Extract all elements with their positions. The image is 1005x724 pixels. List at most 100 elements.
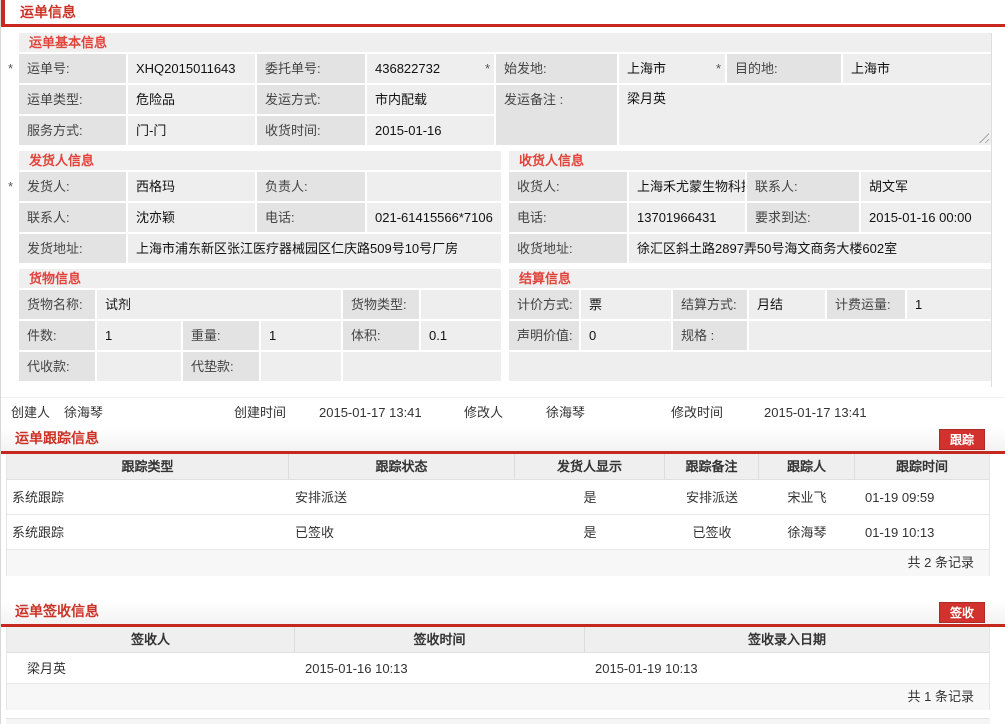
table-row: 梁月英 2015-01-16 10:13 2015-01-19 10:13 xyxy=(7,653,989,684)
page-title: 运单信息 xyxy=(1,0,1005,27)
cell-track-time: 01-19 10:13 xyxy=(855,515,989,550)
field-service-mode-label: 服务方式: xyxy=(19,116,126,145)
tracking-table: 跟踪类型 跟踪状态 发货人显示 跟踪备注 跟踪人 跟踪时间 系统跟踪 安排派送 … xyxy=(6,454,990,576)
field-volume-value: 0.1 xyxy=(421,321,501,350)
field-pieces-label: 件数: xyxy=(19,321,95,350)
basic-info-grid: *运单号: XHQ2015011643 委托单号: 436822732 *始发地… xyxy=(19,54,991,145)
field-collect-label: 代收款: xyxy=(19,352,95,381)
creator-value: 徐海琴 xyxy=(64,398,234,428)
required-mark: * xyxy=(485,54,490,83)
field-consign-no-value: 436822732 xyxy=(367,54,494,83)
modifier-label: 修改人 xyxy=(464,398,546,428)
table-row: 系统跟踪 已签收 是 已签收 徐海琴 01-19 10:13 xyxy=(7,515,989,550)
signoff-table: 签收人 签收时间 签收录入日期 梁月英 2015-01-16 10:13 201… xyxy=(6,627,990,710)
field-sender-contact-label: 联系人: xyxy=(19,203,126,232)
track-button[interactable]: 跟踪 xyxy=(939,429,985,450)
section-header-cargo: 货物信息 xyxy=(19,269,501,288)
cell-sign-entry-date: 2015-01-19 10:13 xyxy=(585,653,989,684)
resize-handle-icon[interactable] xyxy=(979,133,989,143)
field-destination-label: *目的地: xyxy=(727,54,841,83)
cell-track-type: 系统跟踪 xyxy=(7,515,289,550)
field-waybill-no-value: XHQ2015011643 xyxy=(128,54,255,83)
cell-tracker: 徐海琴 xyxy=(759,515,855,550)
column-header: 发货人显示 xyxy=(515,454,665,480)
section-header-receiver: 收货人信息 xyxy=(509,151,991,170)
field-cargo-name-label: 货物名称: xyxy=(19,290,95,319)
field-freight-qty-value: 1 xyxy=(907,290,991,319)
field-cargo-type-label: 货物类型: xyxy=(343,290,419,319)
receiver-section: 收货人信息 收货人: 上海禾尤蒙生物科技有限 联系人: 胡文军 电话: 1370… xyxy=(509,145,991,263)
field-receive-time-value: 2015-01-16 xyxy=(367,116,494,145)
field-settle-method-value: 月结 xyxy=(749,290,825,319)
cell-tracker: 宋业飞 xyxy=(759,480,855,515)
field-receiver-name-value: 上海禾尤蒙生物科技有限 xyxy=(629,172,745,201)
field-freight-qty-label: 计费运量: xyxy=(827,290,905,319)
field-origin-label: *始发地: xyxy=(496,54,617,83)
field-receiver-address-value: 徐汇区斜土路2897弄50号海文商务大楼602室 xyxy=(629,234,991,263)
field-pricing-value: 票 xyxy=(581,290,671,319)
required-mark: * xyxy=(716,54,721,83)
cell-track-remark: 安排派送 xyxy=(665,480,759,515)
field-receiver-name-label: 收货人: xyxy=(509,172,627,201)
settlement-section: 结算信息 计价方式: 票 结算方式: 月结 计费运量: 1 声明价值: 0 规格… xyxy=(509,263,991,381)
created-time-label: 创建时间 xyxy=(234,398,319,428)
field-sender-manager-label: 负责人: xyxy=(257,172,365,201)
cell-track-time: 01-19 09:59 xyxy=(855,480,989,515)
field-sender-phone-value: 021-61415566*7106 xyxy=(367,203,501,232)
field-cargo-type-value xyxy=(421,290,501,319)
field-ship-method-label: 发运方式: xyxy=(257,85,365,114)
field-declared-value: 0 xyxy=(581,321,671,350)
field-receiver-address-label: 收货地址: xyxy=(509,234,627,263)
field-destination-value: 上海市 xyxy=(843,54,991,83)
field-sender-name-value: 西格玛 xyxy=(128,172,255,201)
cell-track-remark: 已签收 xyxy=(665,515,759,550)
field-ship-remark-label: 发运备注 : xyxy=(496,85,617,145)
modified-time-value: 2015-01-17 13:41 xyxy=(764,398,1005,428)
field-origin-value: 上海市 xyxy=(619,54,725,83)
field-pricing-label: 计价方式: xyxy=(509,290,579,319)
column-header: 签收录入日期 xyxy=(585,627,989,653)
cell-track-type: 系统跟踪 xyxy=(7,480,289,515)
column-header: 跟踪人 xyxy=(759,454,855,480)
column-header: 签收人 xyxy=(7,627,295,653)
field-pieces-value: 1 xyxy=(97,321,181,350)
ship-remark-textarea[interactable]: 梁月英 xyxy=(619,85,991,145)
field-collect-value xyxy=(97,352,181,381)
signoff-table-header: 签收人 签收时间 签收录入日期 xyxy=(7,627,989,653)
field-receiver-phone-value: 13701966431 xyxy=(629,203,745,232)
sender-section: 发货人信息 *发货人: 西格玛 负责人: 联系人: 沈亦颖 电话: 021-61… xyxy=(19,145,501,263)
column-header: 跟踪时间 xyxy=(855,454,989,480)
field-spec-value xyxy=(749,321,991,350)
tracking-section-title: 运单跟踪信息 xyxy=(15,430,99,446)
field-settle-method-label: 结算方式: xyxy=(673,290,747,319)
settlement-empty-cell xyxy=(509,352,991,381)
tracking-table-header: 跟踪类型 跟踪状态 发货人显示 跟踪备注 跟踪人 跟踪时间 xyxy=(7,454,989,480)
sign-button[interactable]: 签收 xyxy=(939,602,985,623)
section-header-sender: 发货人信息 xyxy=(19,151,501,170)
signoff-record-count: 共 1 条记录 xyxy=(7,684,989,710)
signoff-section-header: 运单签收信息 签收 xyxy=(1,600,1005,627)
field-waybill-type-label: 运单类型: xyxy=(19,85,126,114)
field-cargo-name-value: 试剂 xyxy=(97,290,341,319)
modifier-value: 徐海琴 xyxy=(546,398,671,428)
field-volume-label: 体积: xyxy=(343,321,419,350)
field-sender-manager-value xyxy=(367,172,501,201)
column-header: 跟踪备注 xyxy=(665,454,759,480)
field-consign-no-label: 委托单号: xyxy=(257,54,365,83)
column-header: 签收时间 xyxy=(295,627,585,653)
field-weight-label: 重量: xyxy=(183,321,259,350)
field-advance-label: 代垫款: xyxy=(183,352,259,381)
required-mark: * xyxy=(8,54,13,83)
field-sender-phone-label: 电话: xyxy=(257,203,365,232)
field-receiver-contact-value: 胡文军 xyxy=(861,172,991,201)
section-header-settlement: 结算信息 xyxy=(509,269,991,288)
bottom-divider xyxy=(6,718,990,724)
field-declared-label: 声明价值: xyxy=(509,321,579,350)
cell-sign-time: 2015-01-16 10:13 xyxy=(295,653,585,684)
field-waybill-type-value: 危险品 xyxy=(128,85,255,114)
field-sender-name-label: *发货人: xyxy=(19,172,126,201)
cell-sender-shown: 是 xyxy=(515,480,665,515)
field-weight-value: 1 xyxy=(261,321,341,350)
required-mark: * xyxy=(8,172,13,201)
field-ship-method-value: 市内配载 xyxy=(367,85,494,114)
